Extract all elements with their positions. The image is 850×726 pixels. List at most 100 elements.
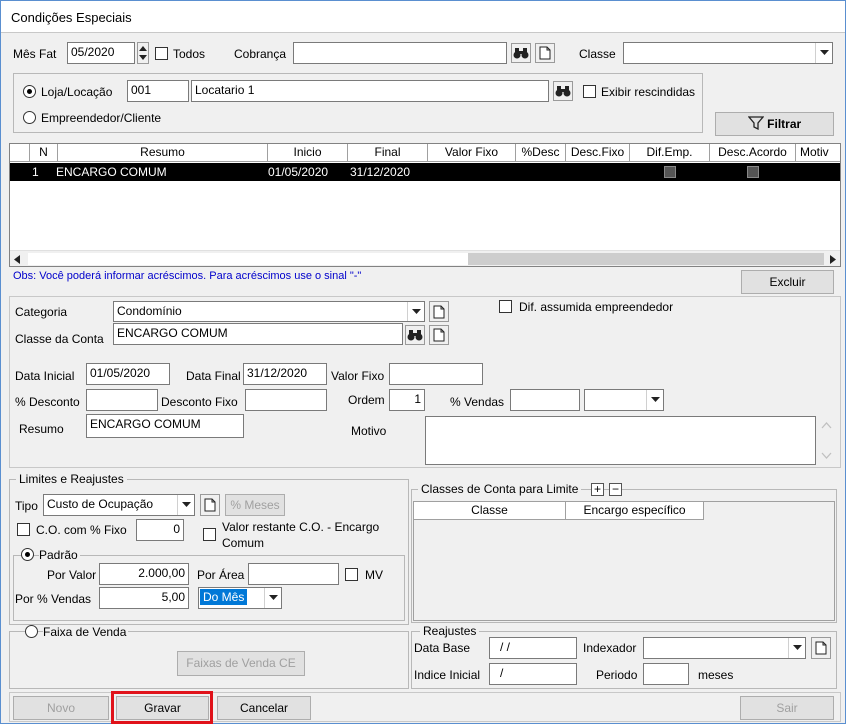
indexador-new-button[interactable] [811, 637, 831, 659]
dif-assumida-label: Dif. assumida empreendedor [519, 300, 674, 314]
scroll-thumb[interactable] [468, 253, 824, 265]
data-base-input[interactable]: / / [489, 637, 577, 659]
condicoes-especiais-window: Condições Especiais Mês Fat 05/2020 Todo… [0, 0, 846, 724]
cobranca-search-button[interactable] [511, 43, 531, 63]
chevron-down-icon [815, 43, 832, 63]
todos-checkbox[interactable] [155, 47, 168, 60]
grid-header-final[interactable]: Final [348, 144, 428, 162]
empreendedor-radio[interactable] [23, 111, 36, 124]
motivo-scrollbar[interactable] [818, 416, 835, 465]
periodo-input[interactable] [643, 663, 689, 685]
new-document-icon [433, 305, 445, 318]
gravar-button[interactable]: Gravar [116, 696, 209, 720]
classes-limite-grid[interactable]: Classe Encargo específico [413, 501, 835, 621]
valor-fixo-input[interactable] [389, 363, 483, 385]
grid-header-desc-acordo[interactable]: Desc.Acordo [710, 144, 796, 162]
por-vendas-input[interactable]: 5,00 [99, 587, 189, 609]
vendas-select[interactable] [584, 389, 664, 411]
loja-name-input[interactable]: Locatario 1 [191, 80, 549, 102]
vendas-input[interactable] [510, 389, 580, 411]
conditions-grid[interactable]: N Resumo Inicio Final Valor Fixo %Desc D… [9, 143, 841, 267]
minus-icon: − [611, 482, 619, 496]
loja-radio[interactable] [23, 85, 36, 98]
co-fixo-input[interactable]: 0 [136, 519, 184, 541]
classe-conta-label: Classe da Conta [15, 332, 104, 346]
row-dif-emp-checkbox[interactable] [664, 166, 676, 178]
grid-header-valor-fixo[interactable]: Valor Fixo [428, 144, 516, 162]
classe-conta-input[interactable]: ENCARGO COMUM [113, 323, 403, 345]
cobranca-new-button[interactable] [535, 43, 555, 63]
grid-header-dif-emp[interactable]: Dif.Emp. [630, 144, 710, 162]
grid-header-desc-fixo[interactable]: Desc.Fixo [566, 144, 630, 162]
grid-header-resumo[interactable]: Resumo [58, 144, 268, 162]
por-vendas-label: Por % Vendas [15, 592, 92, 606]
mv-checkbox[interactable] [345, 568, 358, 581]
remove-classe-button[interactable]: − [609, 483, 622, 496]
tipo-new-button[interactable] [200, 494, 220, 516]
loja-code-input[interactable]: 001 [127, 80, 189, 102]
novo-button[interactable]: Novo [13, 696, 109, 720]
classes-header-classe[interactable]: Classe [414, 502, 566, 520]
motivo-textarea[interactable] [425, 416, 816, 465]
resumo-input[interactable]: ENCARGO COMUM [86, 414, 244, 438]
chevron-down-icon [788, 638, 805, 658]
classes-header-encargo[interactable]: Encargo específico [566, 502, 704, 520]
categoria-new-button[interactable] [429, 301, 449, 322]
mes-fat-spinner[interactable] [137, 42, 149, 64]
co-fixo-checkbox[interactable] [17, 523, 30, 536]
row-n: 1 [32, 165, 39, 179]
periodo-label: Periodo [596, 668, 638, 682]
data-final-input[interactable]: 31/12/2020 [243, 363, 327, 385]
grid-header-inicio[interactable]: Inicio [268, 144, 348, 162]
categoria-select-value: Condomínio [117, 304, 182, 318]
tipo-select-value: Custo de Ocupação [47, 497, 154, 511]
periodo-select[interactable]: Do Mês [198, 587, 282, 609]
classes-limite-legend: Classes de Conta para Limite [418, 482, 582, 496]
meses-button[interactable]: % Meses [225, 494, 285, 516]
grid-header-motivo[interactable]: Motiv [796, 144, 840, 162]
desconto-fixo-label: Desconto Fixo [161, 395, 238, 409]
ordem-input[interactable]: 1 [389, 389, 425, 411]
plus-icon: + [593, 482, 601, 496]
valor-restante-checkbox[interactable] [203, 528, 216, 541]
dif-assumida-checkbox[interactable] [499, 300, 512, 313]
todos-label: Todos [173, 47, 206, 61]
padrao-radio[interactable] [21, 548, 34, 561]
faixa-radio[interactable] [25, 625, 38, 638]
table-row[interactable]: 1 ENCARGO COMUM 01/05/2020 31/12/2020 [10, 163, 840, 181]
cobranca-input[interactable] [293, 42, 507, 64]
filtrar-label: Filtrar [767, 117, 802, 131]
cancelar-button[interactable]: Cancelar [217, 696, 311, 720]
tipo-select[interactable]: Custo de Ocupação [43, 494, 195, 516]
por-valor-input[interactable]: 2.000,00 [99, 563, 189, 585]
grid-header-desc[interactable]: %Desc [516, 144, 566, 162]
classe-select[interactable] [623, 42, 833, 64]
indice-inicial-input[interactable]: / [489, 663, 577, 685]
exibir-rescindidas-checkbox[interactable] [583, 85, 596, 98]
sair-button[interactable]: Sair [740, 696, 834, 720]
vendas-label: % Vendas [450, 395, 505, 409]
desconto-label: % Desconto [15, 395, 80, 409]
faixas-venda-button[interactable]: Faixas de Venda CE [177, 651, 305, 676]
grid-horizontal-scrollbar[interactable] [10, 250, 840, 266]
desconto-fixo-input[interactable] [245, 389, 327, 411]
scroll-right-icon[interactable] [830, 255, 836, 264]
loja-search-button[interactable] [553, 81, 573, 101]
excluir-button[interactable]: Excluir [741, 270, 834, 294]
por-area-input[interactable] [248, 563, 339, 585]
classe-conta-new-button[interactable] [429, 325, 449, 345]
grid-header-n[interactable]: N [30, 144, 58, 162]
add-classe-button[interactable]: + [591, 483, 604, 496]
row-desc-acordo-checkbox[interactable] [747, 166, 759, 178]
mes-fat-input[interactable]: 05/2020 [67, 42, 135, 64]
chevron-down-icon [646, 390, 663, 410]
scroll-left-icon[interactable] [14, 255, 20, 264]
filtrar-button[interactable]: Filtrar [715, 112, 834, 136]
categoria-select[interactable]: Condomínio [113, 301, 425, 322]
binoculars-icon [407, 330, 423, 341]
scroll-track [28, 253, 468, 265]
classe-conta-search-button[interactable] [405, 325, 425, 345]
indexador-select[interactable] [643, 637, 806, 659]
data-inicial-input[interactable]: 01/05/2020 [86, 363, 170, 385]
desconto-input[interactable] [86, 389, 158, 411]
